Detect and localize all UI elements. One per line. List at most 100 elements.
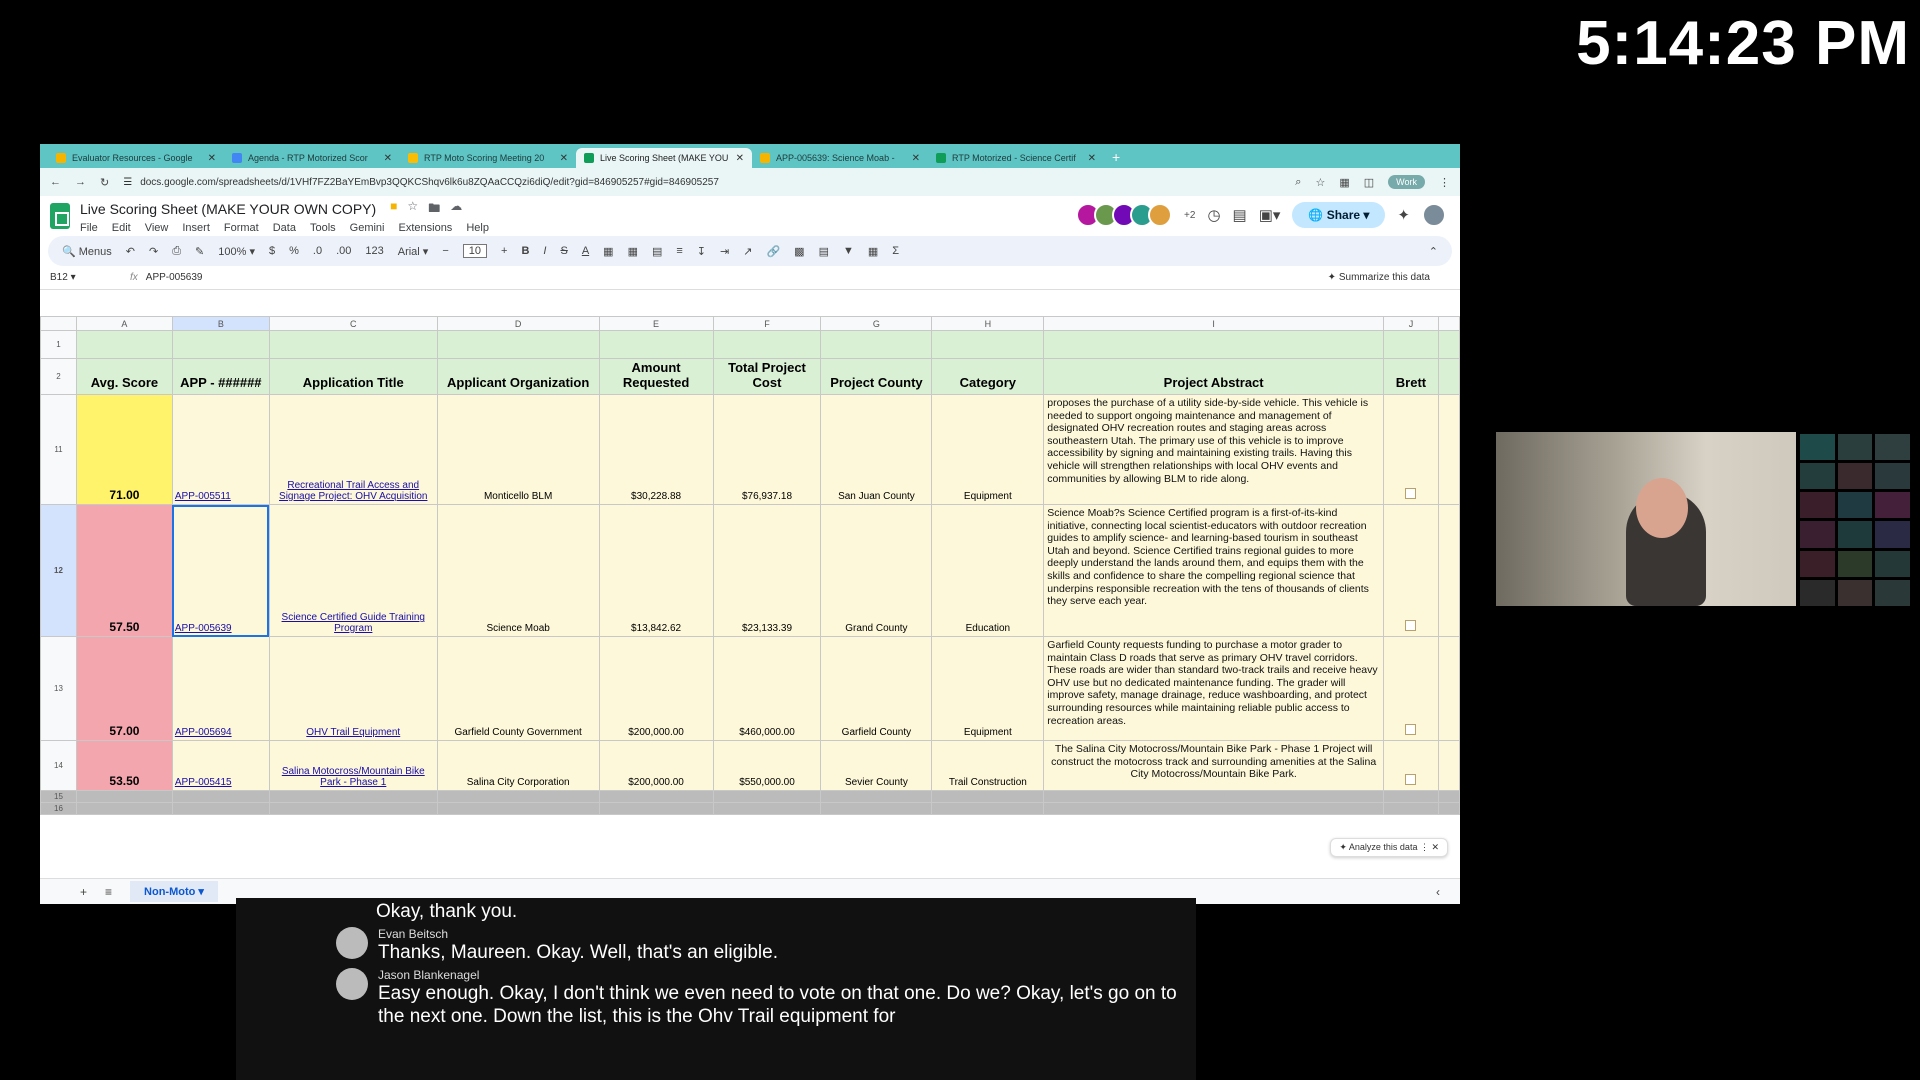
text-rotate-icon[interactable]: ↗: [743, 245, 752, 258]
column-title[interactable]: Total Project Cost: [712, 358, 822, 395]
browser-menu-icon[interactable]: ⋮: [1439, 176, 1450, 189]
browser-tab[interactable]: RTP Moto Scoring Meeting 20 ✕: [400, 148, 576, 168]
avg-score-cell[interactable]: 71.00: [75, 394, 173, 505]
checkbox[interactable]: [1405, 488, 1417, 499]
header-cell-empty[interactable]: [598, 330, 714, 359]
column-title[interactable]: Brett: [1382, 358, 1439, 395]
county-cell[interactable]: Garfield County: [820, 636, 933, 741]
applicant-org-cell[interactable]: Science Moab: [436, 504, 600, 637]
menu-item[interactable]: Gemini: [350, 222, 385, 234]
column-header[interactable]: F: [712, 316, 822, 331]
app-id-link[interactable]: APP-005694: [171, 636, 270, 741]
label-icon[interactable]: ■: [390, 199, 397, 220]
tab-close-icon[interactable]: ✕: [1088, 153, 1096, 164]
empty-cell[interactable]: [598, 790, 714, 803]
merge-cells-icon[interactable]: ▤: [652, 245, 662, 258]
avg-score-cell[interactable]: 57.50: [75, 504, 173, 637]
document-title[interactable]: Live Scoring Sheet (MAKE YOUR OWN COPY): [80, 201, 376, 217]
category-cell[interactable]: Equipment: [931, 636, 1045, 741]
zoom-select[interactable]: 100% ▾: [218, 245, 255, 258]
avg-score-cell[interactable]: 57.00: [75, 636, 173, 741]
total-cost-cell[interactable]: $23,133.39: [712, 504, 822, 637]
participant-tile[interactable]: [1837, 550, 1873, 577]
applicant-org-cell[interactable]: Monticello BLM: [436, 394, 600, 505]
application-title-link[interactable]: OHV Trail Equipment: [268, 636, 438, 741]
extra-cell[interactable]: [1437, 504, 1460, 637]
header-cell-empty[interactable]: [712, 330, 822, 359]
empty-cell[interactable]: [171, 802, 270, 815]
project-abstract-cell[interactable]: Science Moab?s Science Certified program…: [1043, 504, 1384, 637]
column-title[interactable]: Application Title: [268, 358, 438, 395]
site-info-icon[interactable]: ☰: [123, 177, 132, 188]
all-sheets-icon[interactable]: ≡: [105, 885, 112, 899]
column-header[interactable]: A: [75, 316, 173, 331]
sheet-tab-active[interactable]: Non-Moto ▾: [130, 881, 218, 902]
font-size-increase-icon[interactable]: +: [501, 245, 507, 257]
italic-icon[interactable]: I: [543, 245, 546, 257]
category-cell[interactable]: Trail Construction: [931, 740, 1045, 791]
extra-cell[interactable]: [1437, 740, 1460, 791]
zoom-icon[interactable]: ⌕: [1295, 176, 1301, 189]
browser-tab[interactable]: APP-005639: Science Moab - ✕: [752, 148, 928, 168]
print-icon[interactable]: ⎙: [172, 245, 181, 258]
participant-tile[interactable]: [1837, 492, 1873, 519]
empty-cell[interactable]: [1043, 790, 1384, 803]
menu-item[interactable]: Data: [273, 222, 296, 234]
amount-requested-cell[interactable]: $13,842.62: [598, 504, 714, 637]
column-header[interactable]: I: [1043, 316, 1384, 331]
app-id-link[interactable]: APP-005639: [171, 504, 270, 637]
empty-cell[interactable]: [436, 790, 600, 803]
empty-cell[interactable]: [436, 802, 600, 815]
header-cell-empty[interactable]: [268, 330, 438, 359]
user-avatar[interactable]: [1422, 203, 1446, 227]
amount-requested-cell[interactable]: $30,228.88: [598, 394, 714, 505]
menu-item[interactable]: Tools: [310, 222, 336, 234]
empty-cell[interactable]: [931, 802, 1045, 815]
bold-icon[interactable]: B: [521, 245, 529, 257]
row-number[interactable]: 16: [40, 802, 77, 815]
brett-checkbox-cell[interactable]: [1382, 636, 1439, 741]
increase-decimal-button[interactable]: .00: [336, 245, 351, 257]
participant-tile[interactable]: [1800, 550, 1835, 577]
brett-checkbox-cell[interactable]: [1382, 740, 1439, 791]
bookmark-star-icon[interactable]: ☆: [1315, 176, 1325, 189]
application-title-link[interactable]: Salina Motocross/Mountain Bike Park - Ph…: [268, 740, 438, 791]
row-number[interactable]: 1: [40, 330, 77, 359]
empty-cell[interactable]: [712, 790, 822, 803]
brett-checkbox-cell[interactable]: [1382, 394, 1439, 505]
column-header[interactable]: D: [436, 316, 600, 331]
total-cost-cell[interactable]: $76,937.18: [712, 394, 822, 505]
header-cell-empty[interactable]: [1043, 330, 1384, 359]
empty-cell[interactable]: [598, 802, 714, 815]
column-title[interactable]: Project County: [820, 358, 933, 395]
participant-tile[interactable]: [1875, 434, 1910, 461]
functions-icon[interactable]: Σ: [892, 245, 899, 257]
header-cell-empty[interactable]: [1437, 330, 1460, 359]
empty-cell[interactable]: [820, 802, 933, 815]
row-number[interactable]: 14: [40, 740, 77, 791]
project-abstract-cell[interactable]: The Salina City Motocross/Mountain Bike …: [1043, 740, 1384, 791]
total-cost-cell[interactable]: $550,000.00: [712, 740, 822, 791]
reload-icon[interactable]: ↻: [100, 176, 109, 189]
insert-chart-icon[interactable]: ▤: [819, 245, 829, 258]
header-cell-empty[interactable]: [75, 330, 173, 359]
empty-cell[interactable]: [1382, 790, 1439, 803]
column-title[interactable]: Avg. Score: [75, 358, 173, 395]
new-tab-icon[interactable]: +: [1104, 149, 1128, 168]
participant-tile[interactable]: [1800, 463, 1835, 490]
participant-tile[interactable]: [1837, 434, 1873, 461]
checkbox[interactable]: [1405, 724, 1417, 735]
main-video-tile[interactable]: [1496, 432, 1796, 606]
column-title[interactable]: Amount Requested: [598, 358, 714, 395]
url-field[interactable]: ☰ docs.google.com/spreadsheets/d/1VHf7FZ…: [123, 177, 1281, 188]
column-header[interactable]: H: [931, 316, 1045, 331]
fill-color-icon[interactable]: ▦: [603, 245, 613, 258]
browser-tab[interactable]: Evaluator Resources - Google ✕: [48, 148, 224, 168]
header-cell-empty[interactable]: [1437, 358, 1460, 395]
participant-tile[interactable]: [1800, 521, 1835, 548]
menu-item[interactable]: Extensions: [399, 222, 453, 234]
participant-tile[interactable]: [1875, 521, 1910, 548]
menu-item[interactable]: File: [80, 222, 98, 234]
extensions-icon[interactable]: ▦: [1339, 176, 1349, 189]
summarize-button[interactable]: ✦ Summarize this data: [1328, 272, 1430, 283]
